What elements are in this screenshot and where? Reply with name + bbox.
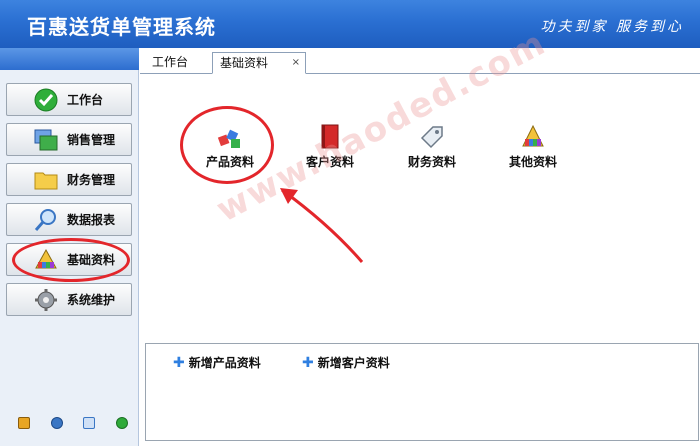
annotation-arrow: [280, 188, 364, 263]
